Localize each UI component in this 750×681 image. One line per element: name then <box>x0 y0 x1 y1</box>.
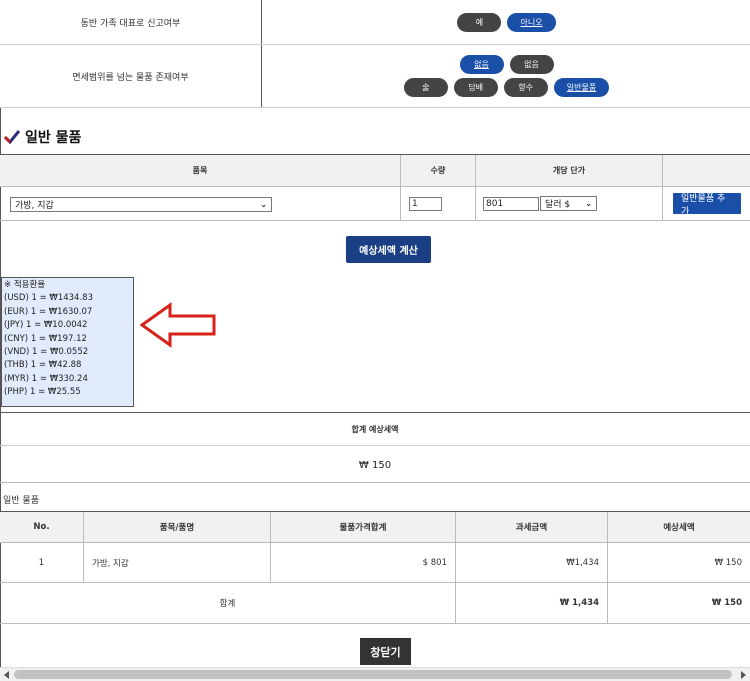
detail-table: No. 품목/품명 물품가격합계 과세금액 예상세액 1 가방, 지갑 $ 80… <box>0 511 750 624</box>
header-item: 품목 <box>192 166 208 175</box>
detail-header-no: No. <box>33 522 50 532</box>
price-input[interactable]: 801 <box>483 197 539 211</box>
header-unit-price: 개당 단가 <box>552 166 586 175</box>
total-tax-box: 합계 예상세액 ₩ 150 <box>0 412 750 483</box>
row-tax: ₩ 150 <box>714 557 742 568</box>
rate-line: (CNY) 1 = ₩197.12 <box>4 333 87 344</box>
sum-taxable: ₩ 1,434 <box>559 598 599 608</box>
rates-title: ※ 적용환율 <box>4 280 46 290</box>
chevron-down-icon: ⌄ <box>585 199 592 208</box>
calculate-tax-button[interactable]: 예상세액 계산 <box>346 236 431 263</box>
row-name: 가방, 지갑 <box>92 558 129 569</box>
quantity-input[interactable]: 1 <box>409 197 442 211</box>
rate-line: (MYR) 1 = ₩330.24 <box>4 373 88 384</box>
item-category-select[interactable]: 가방, 지갑 ⌄ <box>10 197 272 212</box>
checkmark-icon <box>4 130 20 144</box>
detail-caption: 일반 물품 <box>3 496 39 506</box>
header-qty: 수량 <box>430 166 446 175</box>
row-no: 1 <box>38 557 45 568</box>
option-none-selected-button[interactable]: 없음 <box>459 55 504 74</box>
option-yes-button[interactable]: 예 <box>457 12 502 32</box>
rate-line: (EUR) 1 = ₩1630.07 <box>4 306 93 317</box>
exchange-rates-box: ※ 적용환율 (USD) 1 = ₩1434.83 (EUR) 1 = ₩163… <box>1 277 134 407</box>
detail-header-name: 품목/품명 <box>159 523 195 533</box>
rate-line: (THB) 1 = ₩42.88 <box>4 360 82 371</box>
family-representative-row: 동반 가족 대표로 신고여부 예 아니오 <box>0 0 750 45</box>
option-general-goods-button[interactable]: 일반물품 <box>553 78 610 97</box>
detail-sum-row: 합계 ₩ 1,434 ₩ 150 <box>0 583 750 624</box>
detail-header-price: 물품가격합계 <box>339 523 387 533</box>
row-price: $ 801 <box>422 557 447 568</box>
option-perfume-button[interactable]: 향수 <box>503 78 548 97</box>
scroll-left-arrow-icon[interactable] <box>2 670 12 680</box>
horizontal-scrollbar[interactable] <box>0 667 750 681</box>
items-table-header: 품목 수량 개당 단가 <box>0 154 750 187</box>
option-tobacco-button[interactable]: 담배 <box>453 78 498 97</box>
sum-tax: ₩ 150 <box>711 598 742 608</box>
chevron-down-icon: ⌄ <box>260 200 267 209</box>
total-tax-value: ₩ 150 <box>358 460 392 471</box>
detail-header-taxable: 과세금액 <box>515 523 548 533</box>
currency-select[interactable]: 달러 $ ⌄ <box>540 196 597 211</box>
close-window-button[interactable]: 창닫기 <box>360 638 411 665</box>
detail-header-tax: 예상세액 <box>663 523 695 533</box>
rate-line: (PHP) 1 = ₩25.55 <box>4 387 81 398</box>
items-input-row: 가방, 지갑 ⌄ 1 801 달러 $ ⌄ 일반물품 추가 <box>0 187 750 221</box>
rate-line: (VND) 1 = ₩0.0552 <box>4 347 89 358</box>
scroll-right-arrow-icon[interactable] <box>738 670 748 680</box>
section-heading: 일반 물품 <box>4 127 81 147</box>
add-general-item-button[interactable]: 일반물품 추가 <box>673 193 741 217</box>
scrollbar-thumb[interactable] <box>14 670 732 679</box>
over-exemption-row: 면세범위를 넘는 물품 존재여부 없음 없음 술 담배 향수 일반물품 <box>0 45 750 108</box>
option-liquor-button[interactable]: 술 <box>403 78 448 97</box>
table-row: 1 가방, 지갑 $ 801 ₩1,434 ₩ 150 <box>0 543 750 583</box>
over-exemption-label: 면세범위를 넘는 물품 존재여부 <box>0 45 262 107</box>
rate-line: (JPY) 1 = ₩10.0042 <box>4 320 88 331</box>
detail-table-header: No. 품목/품명 물품가격합계 과세금액 예상세액 <box>0 511 750 543</box>
option-none-button[interactable]: 없음 <box>509 55 554 74</box>
sum-label: 합계 <box>219 599 236 609</box>
row-taxable: ₩1,434 <box>566 557 599 568</box>
total-tax-label: 합계 예상세액 <box>0 413 750 446</box>
family-representative-label: 동반 가족 대표로 신고여부 <box>0 0 262 44</box>
option-no-button[interactable]: 아니오 <box>507 12 556 32</box>
rate-line: (USD) 1 = ₩1434.83 <box>4 293 93 304</box>
red-arrow-left-icon <box>140 302 216 348</box>
section-title: 일반 물품 <box>25 130 82 146</box>
